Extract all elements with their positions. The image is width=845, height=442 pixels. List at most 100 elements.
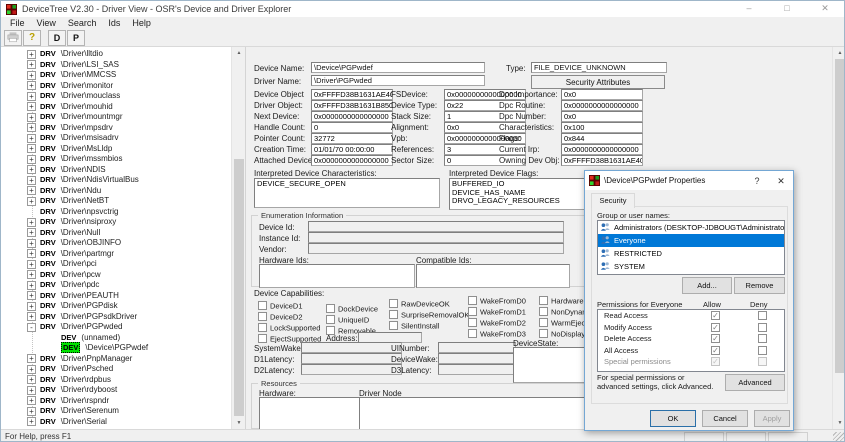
tree-item[interactable]: +DRV\Driver\nsiproxy [1, 217, 232, 228]
dialog-help-button[interactable]: ? [745, 172, 769, 190]
tree-item[interactable]: +DRV\Driver\monitor [1, 81, 232, 92]
tree-expander[interactable]: + [27, 249, 36, 258]
field-value[interactable]: 0x0000000000000000 [561, 100, 643, 111]
tree-expander[interactable]: + [27, 396, 36, 405]
advanced-button[interactable]: Advanced [725, 374, 785, 391]
close-button[interactable]: ✕ [806, 1, 844, 17]
field-value[interactable]: 32772 [311, 133, 393, 144]
tree-expander[interactable]: + [27, 50, 36, 59]
tree-expander[interactable]: + [27, 176, 36, 185]
checkbox-wakefromd3[interactable] [468, 329, 477, 338]
tree-expander[interactable]: + [27, 375, 36, 384]
field-value[interactable]: 0x100 [561, 122, 643, 133]
tree-item[interactable]: +DRV\Driver\mouhid [1, 102, 232, 113]
field-value[interactable]: 0x0000000000000000 [311, 155, 393, 166]
dialog-close-button[interactable]: ✕ [769, 172, 793, 190]
driver-name-field[interactable]: \Driver\PGPwded [311, 75, 485, 86]
security-attributes-button[interactable]: Security Attributes [531, 75, 665, 89]
remove-button[interactable]: Remove [734, 277, 785, 294]
tree-item[interactable]: +DRV\Driver\mpsdrv [1, 123, 232, 134]
apply-button[interactable]: Apply [754, 410, 790, 427]
user-list-item[interactable]: Everyone [598, 234, 784, 247]
tree-expander[interactable]: + [27, 113, 36, 122]
systemwake-field[interactable] [301, 342, 402, 353]
tree-item[interactable]: +DRV\Driver\Serenum [1, 406, 232, 417]
allow-checkbox[interactable]: ✓ [711, 346, 720, 355]
tree-item[interactable]: +DRV\Driver\lltdio [1, 49, 232, 60]
tree-expander[interactable]: + [27, 102, 36, 111]
tree-expander[interactable]: + [27, 239, 36, 248]
tree-scrollbar[interactable]: ▲ ▼ [231, 47, 245, 429]
menu-search[interactable]: Search [62, 17, 103, 29]
tree-expander[interactable]: + [27, 417, 36, 426]
menu-file[interactable]: File [4, 17, 31, 29]
tree-item[interactable]: +DRV\Driver\mountmgr [1, 112, 232, 123]
field-value[interactable]: 0x844 [561, 133, 643, 144]
tree-expander[interactable]: + [27, 270, 36, 279]
help-button[interactable]: ? [23, 30, 41, 46]
deny-checkbox[interactable] [758, 346, 767, 355]
tree-expander[interactable]: + [27, 123, 36, 132]
tree-expander[interactable]: + [27, 365, 36, 374]
tree-item[interactable]: +DRV\Driver\pci [1, 259, 232, 270]
tree-expander[interactable]: + [27, 92, 36, 101]
compatible-ids-list[interactable] [416, 264, 570, 288]
tree-expander[interactable]: + [27, 228, 36, 237]
tree-item[interactable]: +DRV\Driver\NetBT [1, 196, 232, 207]
tree-item[interactable]: +DRV\Driver\MsLldp [1, 144, 232, 155]
menu-ids[interactable]: Ids [102, 17, 126, 29]
tree-expander[interactable]: + [27, 281, 36, 290]
tree-expander[interactable]: + [27, 71, 36, 80]
ok-button[interactable]: OK [650, 410, 696, 427]
tree-item[interactable]: +DRV\Driver\mouclass [1, 91, 232, 102]
deny-checkbox[interactable] [758, 323, 767, 332]
field-value[interactable]: 0 [311, 122, 393, 133]
tree-expander[interactable]: + [27, 60, 36, 69]
tree-item[interactable]: DEV(unnamed) [1, 333, 232, 344]
pnp-view-button[interactable]: P [67, 30, 85, 46]
resize-grip[interactable] [833, 432, 844, 442]
checkbox-silentinstall[interactable] [389, 321, 398, 330]
allow-checkbox[interactable]: ✓ [711, 323, 720, 332]
allow-checkbox[interactable]: ✓ [711, 311, 720, 320]
tree-item[interactable]: DEV\Device\PGPwdef [1, 343, 232, 354]
tree-scrollbar-thumb[interactable] [234, 159, 244, 416]
tree-item[interactable]: +DRV\Driver\PGPsdkDriver [1, 312, 232, 323]
tree-expander[interactable]: + [27, 134, 36, 143]
tree-item[interactable]: +DRV\Driver\rdyboost [1, 385, 232, 396]
tree-item[interactable]: +DRV\Driver\rspndr [1, 396, 232, 407]
tree-expander[interactable]: + [27, 165, 36, 174]
tree-item[interactable]: +DRV\Driver\rdpbus [1, 375, 232, 386]
driver-node-list[interactable] [359, 397, 600, 429]
tree-expander[interactable]: - [27, 323, 36, 332]
tree-item[interactable]: +DRV\Driver\pcw [1, 270, 232, 281]
tree-item[interactable]: -DRV\Driver\PGPwded [1, 322, 232, 333]
tree-item[interactable]: +DRV\Driver\pdc [1, 280, 232, 291]
d3latency-field[interactable] [438, 364, 516, 375]
print-button[interactable] [4, 30, 22, 46]
checkbox-ejectsupported[interactable] [258, 334, 267, 343]
tree-item[interactable]: +DRV\Driver\Psched [1, 364, 232, 375]
checkbox-nodisplayinui[interactable] [539, 329, 548, 338]
field-value[interactable]: 0x0 [561, 89, 643, 100]
permissions-list[interactable]: Read Access✓Modify Access✓Delete Access✓… [597, 309, 785, 372]
deny-checkbox[interactable] [758, 334, 767, 343]
type-field[interactable]: FILE_DEVICE_UNKNOWN [531, 62, 667, 73]
scroll-down-arrow[interactable]: ▼ [232, 417, 246, 429]
tree-expander[interactable]: + [27, 302, 36, 311]
add-button[interactable]: Add... [682, 277, 732, 294]
scroll-up-arrow[interactable]: ▲ [232, 47, 246, 59]
menu-view[interactable]: View [31, 17, 62, 29]
tree-expander[interactable]: + [27, 312, 36, 321]
field-value[interactable]: 0xFFFFD38B1631AE40 [561, 155, 643, 166]
maximize-button[interactable]: □ [768, 1, 806, 17]
tree-expander[interactable]: + [27, 81, 36, 90]
user-list-item[interactable]: RESTRICTED [598, 247, 784, 260]
field-value[interactable]: 0xFFFFD38B1631AE40 [311, 89, 393, 100]
tree-item[interactable]: +DRV\Driver\MMCSS [1, 70, 232, 81]
allow-checkbox[interactable]: ✓ [711, 334, 720, 343]
tree-item[interactable]: +DRV\Driver\PGPdisk [1, 301, 232, 312]
device-name-field[interactable]: \Device\PGPwdef [311, 62, 485, 73]
minimize-button[interactable]: – [730, 1, 768, 17]
device-id-field[interactable] [308, 221, 564, 232]
